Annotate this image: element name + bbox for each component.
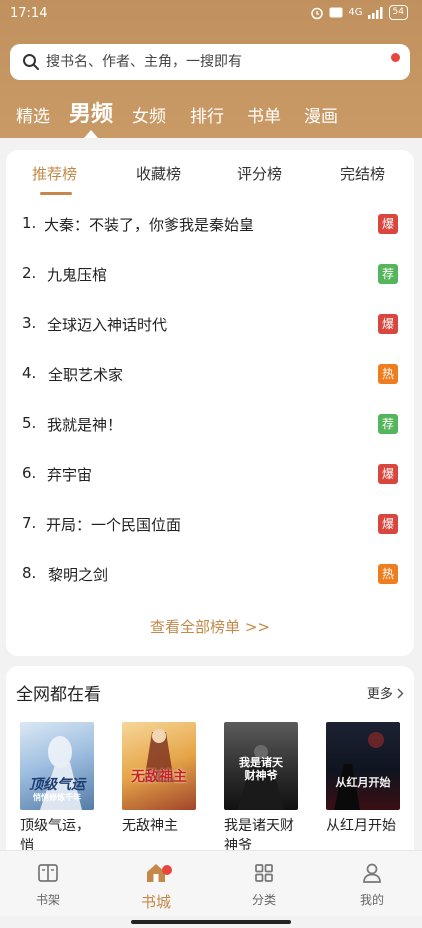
category-tabs: 精选 男频 女频 排行 书单 漫画 [0,96,422,132]
ranking-item[interactable]: 6. 弃宇宙 爆 [6,450,414,500]
book-title: 我就是神！ [47,416,123,434]
tab-rating[interactable]: 评分榜 [237,163,282,184]
nav-label: 书城 [140,893,171,911]
cover-title: 顶级气运 [29,777,85,793]
trending-badge: 热 [378,364,398,384]
nav-label: 分类 [251,893,276,907]
nav-bookshelf[interactable]: 书架 [18,861,78,908]
nav-profile[interactable]: 我的 [342,861,402,908]
section-title: 全网都在看 [16,685,101,705]
book-card[interactable]: 从红月开始 从红月开始 [326,722,400,836]
hot-badge: 爆 [378,464,398,484]
tab-male[interactable]: 男频 [69,96,113,128]
tab-featured[interactable]: 精选 [16,102,50,127]
tab-comics[interactable]: 漫画 [304,102,338,127]
more-label: 更多 [366,687,393,702]
book-title: 顶级气运，悄 [20,818,90,850]
hot-badge: 爆 [378,214,398,234]
book-title: 全球迈入神话时代 [47,316,168,334]
notification-dot [162,865,172,875]
hot-badge: 爆 [378,314,398,334]
more-link[interactable]: 更多 [367,683,404,702]
book-cover: 我是诸天财神爷 [224,722,298,810]
tab-booklist[interactable]: 书单 [247,102,281,127]
rank-number: 1. [22,214,37,232]
ranking-item[interactable]: 1. 大秦：不装了，你爹我是秦始皇 爆 [6,200,414,250]
book-card[interactable]: 无敌神主 无敌神主 [122,722,196,836]
home-indicator[interactable] [131,920,291,924]
rank-number: 8. [22,564,37,582]
hot-badge: 爆 [378,514,398,534]
ranking-item[interactable]: 3. 全球迈入神话时代 爆 [6,300,414,350]
book-title: 大秦：不装了，你爹我是秦始皇 [44,216,255,234]
status-bar: 17:14 4G 54 [0,0,422,30]
recommend-badge: 荐 [378,264,398,284]
cover-subtitle: 悄悄修炼千年 [33,793,81,802]
cover-title: 无敌神主 [131,769,187,785]
nav-category[interactable]: 分类 [234,861,294,908]
book-title: 开局：一个民国位面 [46,516,182,534]
active-tab-indicator [84,130,98,138]
recommend-badge: 荐 [378,414,398,434]
chevron-right-icon [397,688,404,699]
book-card[interactable]: 我是诸天财神爷 我是诸天财神爷 [224,722,298,850]
rank-number: 7. [22,514,37,532]
nav-label: 书架 [35,893,60,907]
status-icons: 4G 54 [310,5,408,20]
ranking-card: 推荐榜 收藏榜 评分榜 完结榜 1. 大秦：不装了，你爹我是秦始皇 爆 2. 九… [6,150,414,656]
book-cover: 无敌神主 [122,722,196,810]
bookshelf-icon [38,864,58,882]
status-time: 17:14 [10,6,48,21]
rank-number: 2. [22,264,37,282]
tab-recommend[interactable]: 推荐榜 [32,163,77,184]
search-input[interactable] [46,54,366,70]
trending-badge: 热 [378,564,398,584]
book-title: 弃宇宙 [47,466,93,484]
battery-icon: 54 [388,5,408,20]
book-cover: 顶级气运 悄悄修炼千年 [20,722,94,810]
book-title: 无敌神主 [122,818,178,834]
ranking-item[interactable]: 4. 全职艺术家 热 [6,350,414,400]
ranking-item[interactable]: 8. 黎明之剑 热 [6,550,414,600]
rank-number: 5. [22,414,37,432]
profile-icon [363,863,381,883]
book-title: 我是诸天财神爷 [224,818,294,850]
book-cover: 从红月开始 [326,722,400,810]
cover-title: 从红月开始 [335,776,391,789]
ranking-tabs: 推荐榜 收藏榜 评分榜 完结榜 [6,150,414,198]
rank-number: 4. [22,364,37,382]
trending-card: 全网都在看 更多 顶级气运 悄悄修炼千年 顶级气运，悄 无敌神主 无敌神主 我是… [6,666,414,850]
ranking-item[interactable]: 7. 开局：一个民国位面 爆 [6,500,414,550]
book-title: 从红月开始 [326,818,396,834]
nav-bookstore[interactable]: 书城 [126,861,186,912]
tab-favorites[interactable]: 收藏榜 [136,163,181,184]
bottom-navigation: 书架 书城 分类 我的 [0,850,422,916]
book-title: 全职艺术家 [48,366,124,384]
rank-number: 6. [22,464,37,482]
book-card[interactable]: 顶级气运 悄悄修炼千年 顶级气运，悄 [20,722,94,850]
alarm-icon [311,7,324,19]
search-icon [23,54,39,70]
ranking-item[interactable]: 5. 我就是神！ 荐 [6,400,414,450]
notification-dot [391,53,400,62]
book-title: 九鬼压棺 [47,266,108,284]
signal-icon [367,6,383,19]
tab-ranking[interactable]: 排行 [190,102,224,127]
nav-label: 我的 [359,893,384,907]
network-type: 4G [348,7,363,18]
search-bar[interactable] [10,44,410,80]
view-all-rankings-link[interactable]: 查看全部榜单 >> [6,616,414,637]
rank-number: 3. [22,314,37,332]
hd-icon [329,7,343,18]
ranking-item[interactable]: 2. 九鬼压棺 荐 [6,250,414,300]
category-grid-icon [255,864,273,882]
cover-title: 我是诸天财神爷 [239,756,283,782]
tab-female[interactable]: 女频 [132,102,166,127]
book-title: 黎明之剑 [48,566,109,584]
tab-completed[interactable]: 完结榜 [340,163,385,184]
ranking-tab-underline [40,192,72,195]
